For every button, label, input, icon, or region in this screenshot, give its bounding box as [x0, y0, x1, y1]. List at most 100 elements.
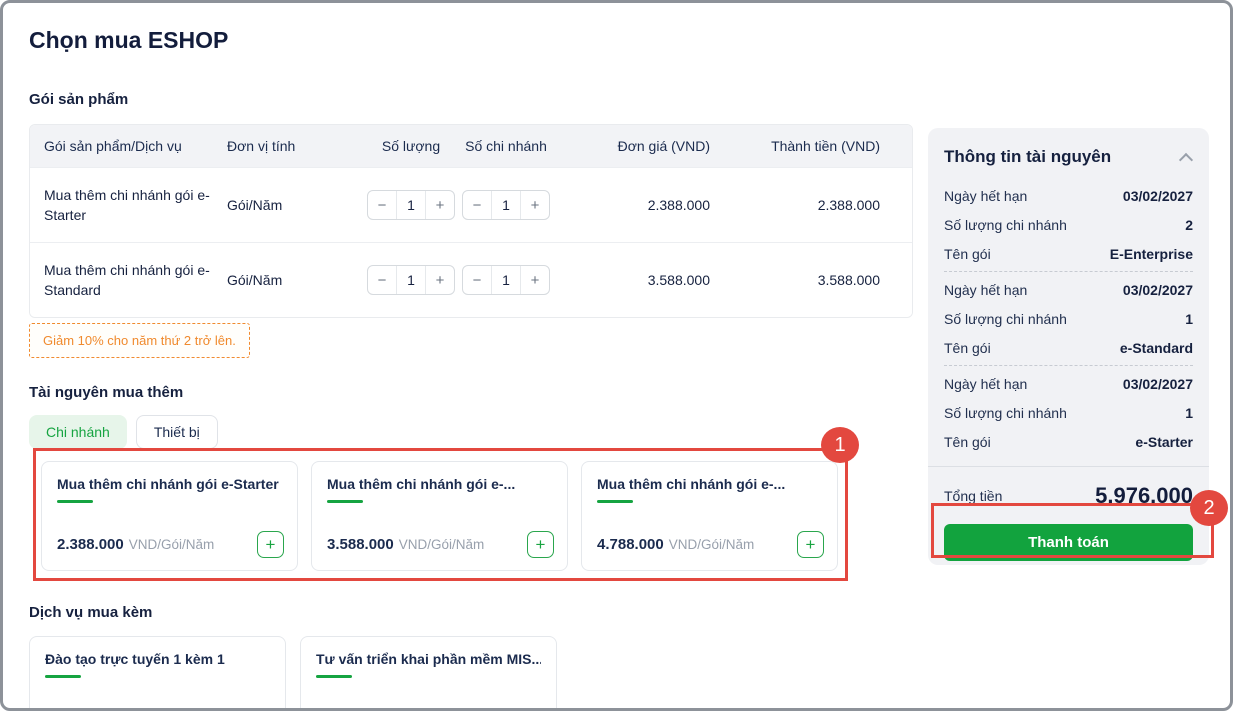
- green-underline: [316, 675, 352, 678]
- addon-price: 4.788.000: [597, 536, 664, 553]
- line-total: 2.388.000: [817, 197, 880, 213]
- products-table-header: Gói sản phẩm/Dịch vụ Đơn vị tính Số lượn…: [30, 125, 912, 167]
- resource-label: Ngày hết hạn: [944, 281, 1028, 298]
- addon-price-unit: VND/Gói/Năm: [128, 537, 215, 552]
- dashed-divider: [944, 365, 1193, 366]
- resource-label: Số lượng chi nhánh: [944, 404, 1067, 421]
- quantity-value[interactable]: 1: [396, 191, 426, 219]
- green-underline: [327, 500, 363, 503]
- resource-value: 1: [1185, 404, 1193, 421]
- resource-value: 03/02/2027: [1122, 375, 1193, 392]
- addon-card-title: Mua thêm chi nhánh gói e-Starter: [57, 476, 279, 492]
- page-title: Chọn mua ESHOP: [29, 27, 229, 53]
- addons-tabs: Chi nhánh Thiết bị: [29, 415, 218, 449]
- product-unit: Gói/Năm: [227, 197, 283, 213]
- minus-button[interactable]: −: [368, 191, 396, 219]
- resource-row: Ngày hết hạn 03/02/2027: [944, 369, 1193, 398]
- service-card: Tư vấn triển khai phần mềm MIS...: [300, 636, 557, 708]
- services-section-title: Dịch vụ mua kèm: [29, 604, 153, 621]
- product-name: Mua thêm chi nhánh gói e-Standard: [44, 261, 210, 298]
- add-addon-button[interactable]: +: [527, 531, 554, 558]
- addons-section-title: Tài nguyên mua thêm: [29, 384, 184, 401]
- resource-value: 1: [1185, 310, 1193, 327]
- addon-price-unit: VND/Gói/Năm: [398, 537, 485, 552]
- annotation-step-1: 1: [821, 427, 859, 463]
- addon-cards: Mua thêm chi nhánh gói e-Starter 2.388.0…: [41, 461, 838, 571]
- green-underline: [57, 500, 93, 503]
- resource-value: 03/02/2027: [1122, 281, 1193, 298]
- pay-button[interactable]: Thanh toán: [944, 524, 1193, 561]
- unit-price: 2.388.000: [647, 197, 710, 213]
- resource-info-panel: Thông tin tài nguyên Ngày hết hạn 03/02/…: [928, 128, 1209, 565]
- branch-value[interactable]: 1: [491, 266, 521, 294]
- green-underline: [597, 500, 633, 503]
- branch-value[interactable]: 1: [491, 191, 521, 219]
- chevron-up-icon[interactable]: [1178, 152, 1194, 167]
- service-card: Đào tạo trực tuyến 1 kèm 1: [29, 636, 286, 708]
- add-addon-button[interactable]: +: [797, 531, 824, 558]
- resource-row: Số lượng chi nhánh 2: [944, 210, 1193, 239]
- branch-stepper: − 1 +: [462, 265, 550, 295]
- addon-card: Mua thêm chi nhánh gói e-... 3.588.000 V…: [311, 461, 568, 571]
- unit-price: 3.588.000: [647, 272, 710, 288]
- product-unit: Gói/Năm: [227, 272, 283, 288]
- plus-button[interactable]: +: [521, 191, 549, 219]
- resource-label: Số lượng chi nhánh: [944, 310, 1067, 327]
- quantity-value[interactable]: 1: [396, 266, 426, 294]
- table-row: Mua thêm chi nhánh gói e-Starter Gói/Năm…: [30, 167, 912, 242]
- resource-value: e-Standard: [1119, 339, 1193, 356]
- resource-label: Tên gói: [944, 339, 991, 356]
- col-header-quantity: Số lượng: [381, 138, 441, 154]
- tab-thiet-bi[interactable]: Thiết bị: [135, 415, 218, 449]
- resource-label: Ngày hết hạn: [944, 187, 1028, 204]
- resource-row: Tên gói e-Standard: [944, 333, 1193, 362]
- service-cards: Đào tạo trực tuyến 1 kèm 1 Tư vấn triển …: [29, 636, 557, 708]
- resource-label: Số lượng chi nhánh: [944, 216, 1067, 233]
- resource-row: Số lượng chi nhánh 1: [944, 304, 1193, 333]
- col-header-branches: Số chi nhánh: [465, 138, 547, 154]
- quantity-stepper: − 1 +: [367, 190, 455, 220]
- col-header-unit-price: Đơn giá (VND): [617, 138, 710, 154]
- resource-value: E-Enterprise: [1109, 245, 1193, 262]
- resource-row: Ngày hết hạn 03/02/2027: [944, 275, 1193, 304]
- col-header-unit: Đơn vị tính: [227, 138, 296, 154]
- resource-label: Tên gói: [944, 433, 991, 450]
- addon-price: 2.388.000: [57, 536, 124, 553]
- addon-price-unit: VND/Gói/Năm: [668, 537, 755, 552]
- plus-button[interactable]: +: [426, 266, 454, 294]
- discount-badge: Giảm 10% cho năm thứ 2 trở lên.: [29, 323, 250, 358]
- resource-row: Số lượng chi nhánh 1: [944, 398, 1193, 427]
- annotation-step-2: 2: [1190, 490, 1228, 526]
- minus-button[interactable]: −: [368, 266, 396, 294]
- total-value: 5.976.000: [1095, 483, 1193, 508]
- products-table: Gói sản phẩm/Dịch vụ Đơn vị tính Số lượn…: [29, 124, 913, 318]
- product-name: Mua thêm chi nhánh gói e-Starter: [44, 186, 210, 223]
- line-total: 3.588.000: [817, 272, 880, 288]
- panel-title: Thông tin tài nguyên: [944, 147, 1112, 166]
- minus-button[interactable]: −: [463, 191, 491, 219]
- resource-row: Tên gói E-Enterprise: [944, 239, 1193, 268]
- resource-value: e-Starter: [1135, 433, 1193, 450]
- dashed-divider: [944, 271, 1193, 272]
- addon-card-title: Mua thêm chi nhánh gói e-...: [327, 476, 516, 492]
- add-addon-button[interactable]: +: [257, 531, 284, 558]
- resource-row: Ngày hết hạn 03/02/2027: [944, 181, 1193, 210]
- service-card-title: Đào tạo trực tuyến 1 kèm 1: [45, 651, 225, 667]
- resource-value: 03/02/2027: [1122, 187, 1193, 204]
- col-header-total: Thành tiền (VND): [771, 138, 880, 154]
- divider: [928, 466, 1209, 467]
- table-row: Mua thêm chi nhánh gói e-Standard Gói/Nă…: [30, 242, 912, 317]
- total-label: Tổng tiền: [944, 488, 1003, 504]
- tab-chi-nhanh[interactable]: Chi nhánh: [29, 415, 127, 449]
- minus-button[interactable]: −: [463, 266, 491, 294]
- eshop-purchase-screen: Chọn mua ESHOP Gói sản phẩm Gói sản phẩm…: [0, 0, 1233, 711]
- resource-label: Tên gói: [944, 245, 991, 262]
- green-underline: [45, 675, 81, 678]
- branch-stepper: − 1 +: [462, 190, 550, 220]
- col-header-product: Gói sản phẩm/Dịch vụ: [44, 137, 182, 154]
- quantity-stepper: − 1 +: [367, 265, 455, 295]
- plus-button[interactable]: +: [426, 191, 454, 219]
- addon-card: Mua thêm chi nhánh gói e-... 4.788.000 V…: [581, 461, 838, 571]
- plus-button[interactable]: +: [521, 266, 549, 294]
- addon-card: Mua thêm chi nhánh gói e-Starter 2.388.0…: [41, 461, 298, 571]
